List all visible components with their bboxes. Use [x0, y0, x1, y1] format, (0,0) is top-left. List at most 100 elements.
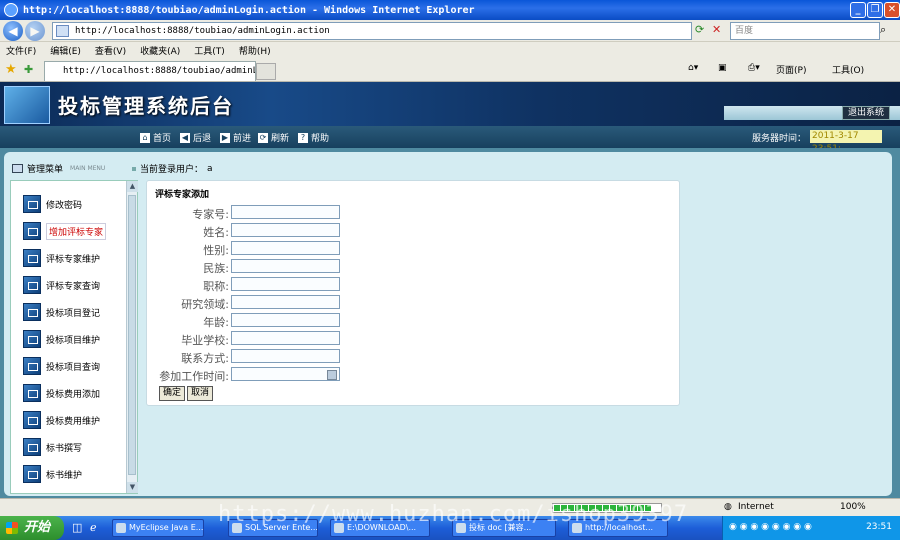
menu-help[interactable]: 帮助(H) — [239, 44, 271, 57]
scroll-down-icon[interactable]: ▼ — [127, 482, 138, 493]
field-age: 年龄: — [147, 313, 447, 329]
sidebar-item-maintain-project[interactable]: 投标项目维护 — [23, 330, 123, 348]
expert-id-input[interactable] — [231, 205, 340, 219]
menu-item-icon — [23, 438, 41, 456]
sidebar-scrollbar[interactable]: ▲ ▼ — [126, 181, 138, 493]
menu-item-icon — [23, 411, 41, 429]
clock: 23:51 — [866, 522, 892, 532]
menu-item-icon — [23, 357, 41, 375]
field-research: 研究领域: — [147, 295, 447, 311]
scroll-up-icon[interactable]: ▲ — [127, 181, 138, 192]
ethnicity-input[interactable] — [231, 259, 340, 273]
back-arrow-icon[interactable]: ◀ — [3, 21, 23, 41]
sidebar-header: 管理菜单 MAIN MENU — [12, 160, 128, 176]
search-input[interactable]: 百度 — [730, 22, 880, 40]
watermark-text: https://www.huzhan.com/ishop39397 — [218, 502, 689, 527]
add-favorite-icon[interactable]: ✚ — [24, 63, 33, 76]
current-user-value: a — [207, 163, 213, 174]
window-title: http://localhost:8888/toubiao/adminLogin… — [23, 4, 475, 16]
menu-file[interactable]: 文件(F) — [6, 44, 36, 57]
title-input[interactable] — [231, 277, 340, 291]
nav-help[interactable]: ? 帮助 — [298, 131, 329, 144]
menu-item-icon — [23, 303, 41, 321]
field-name: 姓名: — [147, 223, 447, 239]
tools-menu[interactable]: 工具(O) — [832, 63, 864, 76]
field-expert-id: 专家号: — [147, 205, 447, 221]
field-contact: 联系方式: — [147, 349, 447, 365]
forward-icon: ▶ — [220, 132, 230, 143]
security-zone: Internet — [738, 502, 774, 512]
sidebar-item-change-password[interactable]: 修改密码 — [23, 195, 123, 213]
menu-favorites[interactable]: 收藏夹(A) — [140, 44, 180, 57]
minimize-button[interactable]: _ — [850, 2, 866, 18]
new-tab-button[interactable] — [256, 63, 276, 80]
tray-icons[interactable]: ◉ ◉ ◉ ◉ ◉ ◉ ◉ ◉ — [729, 522, 812, 532]
sidebar-item-maintain-fee[interactable]: 投标费用维护 — [23, 411, 123, 429]
zoom-level[interactable]: 100% — [840, 502, 866, 512]
sidebar-item-maintain-bid[interactable]: 标书维护 — [23, 465, 123, 483]
quicklaunch-icon[interactable]: ◫ — [72, 521, 82, 534]
nav-refresh[interactable]: ⟳ 刷新 — [258, 131, 289, 144]
menu-tools[interactable]: 工具(T) — [194, 44, 225, 57]
contact-input[interactable] — [231, 349, 340, 363]
field-gender: 性别: — [147, 241, 447, 257]
field-work-date: 参加工作时间: — [147, 367, 447, 383]
stop-icon[interactable]: ✕ — [712, 23, 721, 36]
search-icon[interactable]: ⌕ — [880, 23, 886, 37]
school-input[interactable] — [231, 331, 340, 345]
sidebar-menu: 修改密码 增加评标专家 评标专家维护 评标专家查询 投标项目登记 投标项目维护 … — [10, 180, 138, 494]
content-panel: 管理菜单 MAIN MENU 当前登录用户： a 修改密码 增加评标专家 评标专… — [4, 152, 892, 496]
research-input[interactable] — [231, 295, 340, 309]
scrollbar-thumb[interactable] — [128, 195, 136, 475]
field-school: 毕业学校: — [147, 331, 447, 347]
expert-add-form: 评标专家添加 专家号: 姓名: 性别: 民族: 职称: 研究领域: 年龄: 毕业… — [146, 180, 680, 406]
sidebar-title: 管理菜单 — [27, 164, 64, 175]
cancel-button[interactable]: 取消 — [187, 386, 213, 401]
menu-item-icon — [23, 222, 41, 240]
print-icon[interactable]: ⎙▾ — [748, 63, 760, 73]
menu-item-icon — [23, 195, 41, 213]
sidebar-subtitle: MAIN MENU — [70, 164, 106, 172]
menu-edit[interactable]: 编辑(E) — [50, 44, 81, 57]
favorites-star-icon[interactable]: ★ — [5, 62, 17, 77]
menu-view[interactable]: 查看(V) — [95, 44, 126, 57]
app-header: 投标管理系统后台 退出系统 — [0, 82, 900, 126]
nav-toolbar: ⌂首页 ◀后退 ▶前进 ⟳刷新 ?帮助 服务器时间： 2011-3-17 23:… — [0, 126, 900, 154]
home-icon[interactable]: ⌂▾ — [688, 63, 698, 73]
address-bar[interactable]: http://localhost:8888/toubiao/adminLogin… — [52, 22, 692, 40]
menu-item-icon — [23, 330, 41, 348]
sidebar-item-add-fee[interactable]: 投标费用添加 — [23, 384, 123, 402]
nav-home[interactable]: ⌂ 首页 — [140, 131, 171, 144]
current-user: 当前登录用户： a — [132, 162, 213, 175]
page-menu[interactable]: 页面(P) — [776, 63, 806, 76]
current-user-label: 当前登录用户： — [140, 165, 204, 175]
menu-panel-icon — [12, 163, 23, 173]
refresh-icon[interactable]: ⟳ — [695, 23, 704, 36]
sidebar-item-register-project[interactable]: 投标项目登记 — [23, 303, 123, 321]
start-button[interactable]: 开始 — [0, 516, 64, 540]
system-tray: ◉ ◉ ◉ ◉ ◉ ◉ ◉ ◉ 23:51 — [722, 516, 900, 540]
nav-back[interactable]: ◀ 后退 — [180, 131, 211, 144]
name-input[interactable] — [231, 223, 340, 237]
age-input[interactable] — [231, 313, 340, 327]
nav-forward[interactable]: ▶ 前进 — [220, 131, 251, 144]
confirm-button[interactable]: 确定 — [159, 386, 185, 401]
forward-arrow-icon[interactable]: ▶ — [25, 21, 45, 41]
gender-input[interactable] — [231, 241, 340, 255]
feeds-icon[interactable]: ▣ — [718, 63, 727, 73]
tab-current[interactable]: http://localhost:8888/toubiao/adminLogin… — [44, 61, 256, 81]
refresh-icon: ⟳ — [258, 132, 268, 143]
work-date-input[interactable] — [231, 367, 340, 381]
tab-row: ★ ✚ http://localhost:8888/toubiao/adminL… — [0, 58, 900, 82]
logout-button[interactable]: 退出系统 — [842, 106, 890, 120]
close-window-button[interactable]: ✕ — [884, 2, 900, 18]
sidebar-item-add-expert[interactable]: 增加评标专家 — [23, 222, 123, 240]
sidebar-item-query-expert[interactable]: 评标专家查询 — [23, 276, 123, 294]
ie-quicklaunch-icon[interactable]: ℯ — [90, 521, 97, 534]
menu-item-icon — [23, 384, 41, 402]
maximize-button[interactable]: ❐ — [867, 2, 883, 18]
task-myeclipse[interactable]: MyEclipse Java E... — [112, 519, 204, 537]
sidebar-item-query-project[interactable]: 投标项目查询 — [23, 357, 123, 375]
sidebar-item-maintain-expert[interactable]: 评标专家维护 — [23, 249, 123, 267]
sidebar-item-write-bid[interactable]: 标书撰写 — [23, 438, 123, 456]
